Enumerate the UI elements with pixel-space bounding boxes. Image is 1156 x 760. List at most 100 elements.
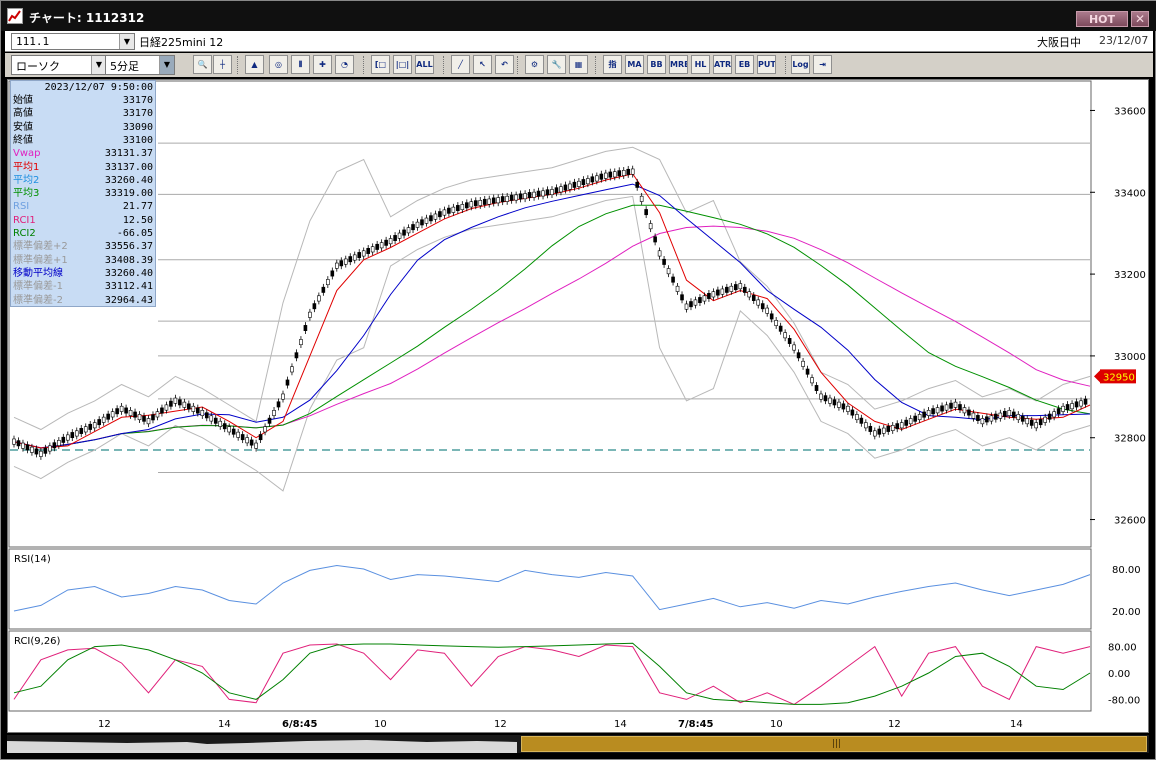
chart-canvas[interactable]: 33600 33400 33200 33000 32800 32600 32950 RSI(1… — [8, 80, 1148, 732]
info-value: 33170 — [122, 95, 153, 106]
wrench-icon[interactable]: 🔧 — [547, 55, 566, 74]
settings-icon[interactable]: ⚙ — [525, 55, 544, 74]
info-row: 移動平均線 33260.40 — [11, 267, 157, 280]
clock-icon[interactable]: ◔ — [335, 55, 354, 74]
info-value: 33112.41 — [104, 281, 153, 293]
candle-body — [751, 295, 756, 301]
candle-body — [989, 415, 994, 422]
candle-body — [321, 286, 326, 293]
rsi-panel — [8, 548, 1092, 630]
chevron-down-icon[interactable]: ▼ — [159, 56, 174, 74]
put-icon[interactable]: PUT — [757, 55, 776, 74]
export-icon[interactable]: ⇥ — [813, 55, 832, 74]
chevron-down-icon[interactable]: ▼ — [91, 56, 106, 74]
candle-body — [765, 307, 770, 314]
candle-body — [783, 332, 787, 339]
candle-body — [460, 204, 465, 211]
candle-body — [249, 439, 254, 446]
candle-body — [34, 448, 39, 455]
candle-body — [953, 401, 958, 408]
candle-body — [12, 438, 16, 445]
candle-body — [308, 311, 312, 318]
toolbar-separator — [785, 56, 788, 74]
ebsa-icon[interactable]: EB — [735, 55, 754, 74]
period-select[interactable]: 5分足 ▼ — [105, 55, 175, 75]
bb-icon[interactable]: BB — [647, 55, 666, 74]
info-label: 安値 — [13, 121, 33, 133]
candle-body — [841, 403, 846, 410]
candlestick-icon[interactable]: ⫴ — [291, 55, 310, 74]
info-value: 33170 — [122, 108, 153, 120]
magnify-icon[interactable]: ◎ — [269, 55, 288, 74]
info-label: 移動平均線 — [13, 267, 63, 279]
candle-body — [263, 426, 267, 433]
info-value: 33090 — [122, 121, 153, 133]
app-icon — [7, 8, 23, 24]
scroll-thumb[interactable]: ||| — [521, 736, 1147, 752]
overview-sparkline — [7, 740, 517, 753]
hot-button[interactable]: HOT — [1076, 11, 1128, 27]
info-label: 終値 — [13, 134, 33, 146]
cursor-line-icon[interactable]: ┼ — [213, 55, 232, 74]
candle-body — [680, 294, 684, 301]
chart-area[interactable]: 33600 33400 33200 33000 32800 32600 32950 RSI(1… — [7, 79, 1149, 733]
close-icon[interactable]: ✕ — [1131, 11, 1149, 27]
candle-body — [890, 425, 895, 431]
chevron-down-icon[interactable]: ▼ — [119, 34, 134, 49]
info-label: RSI — [13, 201, 30, 213]
draw-line-icon[interactable]: ╱ — [451, 55, 470, 74]
horizontal-scrollbar[interactable]: ||| — [7, 735, 1149, 753]
candle-body — [541, 190, 545, 197]
bracket-left-icon[interactable]: [□ — [371, 55, 390, 74]
candle-body — [384, 239, 388, 246]
candle-body — [774, 320, 778, 326]
info-label: 標準偏差-2 — [13, 294, 63, 306]
candle-body — [420, 219, 424, 226]
candle-body — [222, 423, 227, 430]
candle-body — [478, 200, 483, 206]
x-axis-label: 14 — [614, 719, 627, 730]
crosshair-icon[interactable]: ✚ — [313, 55, 332, 74]
atr-icon[interactable]: ATR — [713, 55, 732, 74]
mre-icon[interactable]: MRE — [669, 55, 688, 74]
bracket-both-icon[interactable]: |□| — [393, 55, 412, 74]
x-axis-label: 7/8:45 — [678, 719, 714, 730]
info-value: 33100 — [122, 134, 153, 146]
ma-icon[interactable]: MA — [625, 55, 644, 74]
candle-body — [855, 414, 859, 421]
candle-body — [653, 236, 657, 243]
candle-body — [469, 201, 474, 208]
candle-body — [603, 172, 608, 179]
symbol-input[interactable]: 111.1 ▼ — [11, 33, 135, 50]
candle-body — [231, 428, 236, 435]
candle-body — [500, 196, 505, 203]
log-icon[interactable]: Log — [791, 55, 810, 74]
candle-body — [976, 415, 980, 421]
title-bar[interactable]: チャート: 1112312 HOT ✕ — [1, 1, 1156, 31]
hl-icon[interactable]: HL — [691, 55, 710, 74]
candle-body — [388, 238, 393, 245]
candle-body — [940, 405, 944, 412]
candle-body — [213, 417, 218, 424]
candle-body — [110, 411, 115, 418]
pointer-icon[interactable]: ↖ — [473, 55, 492, 74]
color-icon[interactable]: ▦ — [569, 55, 588, 74]
info-label: 標準偏差+2 — [13, 241, 68, 253]
candle-body — [79, 428, 84, 434]
candle-body — [52, 442, 57, 449]
candle-body — [330, 270, 335, 277]
candle-body — [684, 303, 689, 310]
candle-body — [572, 181, 577, 188]
x-axis-label: 12 — [888, 719, 901, 730]
bar-chart-icon[interactable]: ▲ — [245, 55, 264, 74]
candle-body — [30, 446, 34, 453]
undo-icon[interactable]: ↶ — [495, 55, 514, 74]
candle-body — [872, 430, 877, 437]
candle-body — [985, 416, 989, 423]
zoom-icon[interactable]: 🔍 — [193, 55, 212, 74]
candle-body — [196, 407, 200, 414]
indicator-icon[interactable]: 指 — [603, 55, 622, 74]
candle-body — [720, 288, 725, 295]
all-icon[interactable]: ALL — [415, 55, 434, 74]
chart-type-select[interactable]: ローソク ▼ — [11, 55, 107, 75]
